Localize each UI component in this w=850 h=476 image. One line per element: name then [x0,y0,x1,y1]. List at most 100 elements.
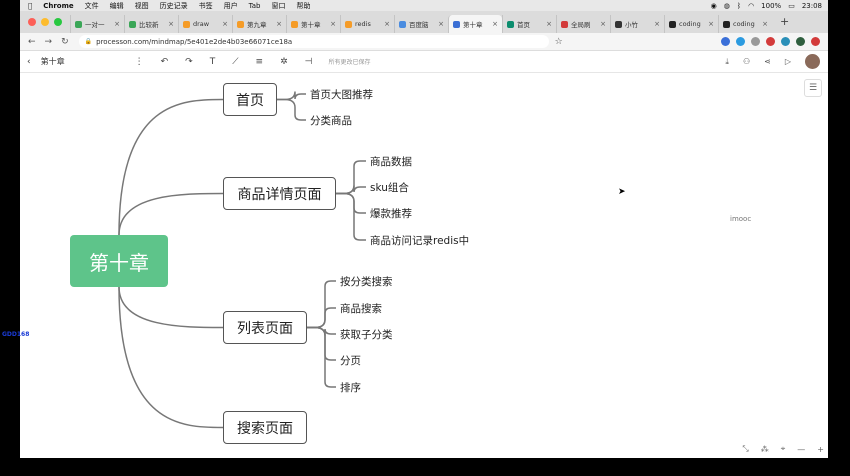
tab-close-icon[interactable]: × [168,20,174,28]
tab-close-icon[interactable]: × [546,20,552,28]
menu-tab[interactable]: Tab [249,2,261,10]
download-icon[interactable]: ⤓ [725,57,729,67]
tab-close-icon[interactable]: × [222,20,228,28]
leaf-node[interactable]: 爆款推荐 [370,206,412,221]
root-node[interactable]: 第十章 [70,235,168,287]
branch-node[interactable]: 首页 [223,83,277,116]
tab-close-icon[interactable]: × [330,20,336,28]
leaf-node[interactable]: 排序 [340,380,361,395]
extension-icon[interactable] [736,37,745,46]
browser-tab[interactable]: 比较新 × [124,15,178,33]
screen:  Chrome 文件 编辑 视图 历史记录 书签 用户 Tab 窗口 帮助 ◉… [0,0,850,476]
undo-icon[interactable]: ↶ [161,57,169,67]
new-tab-button[interactable]: + [780,15,789,28]
extension-icon[interactable] [811,37,820,46]
collaborate-icon[interactable]: ⚇ [743,57,750,66]
extension-icon[interactable] [751,37,760,46]
mouse-cursor-icon: ➤ [618,187,626,197]
insert-node-icon[interactable]: ⊣ [305,57,313,67]
wifi-icon[interactable]: ◠ [748,2,754,10]
fit-icon[interactable]: ⤡ [742,444,748,454]
tab-close-icon[interactable]: × [654,20,660,28]
browser-tab[interactable]: 第十章 × [286,15,340,33]
browser-tab[interactable]: 一对一 × [70,15,124,33]
leaf-node[interactable]: 首页大图推荐 [310,87,373,102]
branch-node[interactable]: 列表页面 [223,311,307,344]
navigator-icon[interactable]: ⁂ [761,445,769,454]
menu-window[interactable]: 窗口 [272,1,286,11]
forward-arrow-icon[interactable]: → [45,37,53,47]
extension-icon[interactable] [781,37,790,46]
leaf-node[interactable]: 商品访问记录redis中 [370,233,469,248]
browser-tab[interactable]: 第十章 × [448,15,502,33]
browser-tab[interactable]: 全局刷 × [556,15,610,33]
tab-favicon-icon [453,20,460,28]
back-chevron-icon[interactable]: ‹ [27,57,31,67]
format-painter-icon[interactable]: T [210,57,216,67]
bookmark-star-icon[interactable]: ☆ [555,37,563,47]
insert-child-icon[interactable]: ✲ [280,57,288,67]
close-window-button[interactable] [28,18,36,26]
clear-format-icon[interactable]: ⟋ [232,57,238,67]
battery-icon[interactable]: ▭ [788,2,795,10]
minimize-window-button[interactable] [41,18,49,26]
leaf-node[interactable]: 分类商品 [310,113,352,128]
leaf-node[interactable]: 获取子分类 [340,327,393,342]
extension-icon[interactable] [766,37,775,46]
wechat-icon[interactable]: ◍ [724,2,730,10]
address-bar[interactable]: 🔒 processon.com/mindmap/5e401e2de4b03e66… [78,35,549,48]
leaf-node[interactable]: 商品搜索 [340,301,382,316]
leaf-node[interactable]: 分页 [340,353,361,368]
back-arrow-icon[interactable]: ← [28,37,36,47]
tab-close-icon[interactable]: × [708,20,714,28]
style-icon[interactable]: ≡ [256,57,264,67]
browser-tab[interactable]: 第九章 × [232,15,286,33]
tab-close-icon[interactable]: × [492,20,498,28]
play-icon[interactable]: ▷ [785,57,791,66]
tab-close-icon[interactable]: × [384,20,390,28]
browser-tab[interactable]: coding × [664,15,718,33]
menu-edit[interactable]: 编辑 [110,1,124,11]
tab-close-icon[interactable]: × [276,20,282,28]
menu-people[interactable]: 用户 [224,1,238,11]
tab-close-icon[interactable]: × [600,20,606,28]
panel-settings-icon[interactable]: ☰ [804,79,822,97]
browser-tab[interactable]: draw × [178,15,232,33]
record-icon[interactable]: ◉ [711,2,717,10]
tab-close-icon[interactable]: × [762,20,768,28]
avatar[interactable] [805,54,820,69]
share-icon[interactable]: ⋖ [764,57,771,66]
leaf-node[interactable]: 按分类搜索 [340,274,393,289]
menu-view[interactable]: 视图 [135,1,149,11]
browser-tab[interactable]: 小竹 × [610,15,664,33]
menu-history[interactable]: 历史记录 [160,1,188,11]
bluetooth-icon[interactable]: ᛒ [737,2,741,10]
leaf-node[interactable]: sku组合 [370,180,409,195]
menu-help[interactable]: 帮助 [297,1,311,11]
branch-node[interactable]: 商品详情页面 [223,177,336,210]
profile-avatar[interactable] [796,37,805,46]
extension-icon[interactable] [721,37,730,46]
document-title[interactable]: 第十章 [41,56,65,67]
menu-file[interactable]: 文件 [85,1,99,11]
zoom-out-icon[interactable]: — [797,445,805,454]
connector-line [336,160,366,195]
leaf-node[interactable]: 商品数据 [370,154,412,169]
reload-icon[interactable]: ↻ [61,37,69,47]
tab-close-icon[interactable]: × [114,20,120,28]
menu-app-name[interactable]: Chrome [43,2,73,10]
browser-tab[interactable]: 百度脑 × [394,15,448,33]
zoom-in-icon[interactable]: + [817,445,824,454]
branch-node[interactable]: 搜索页面 [223,411,307,444]
locate-icon[interactable]: ⌖ [781,444,786,454]
browser-tab[interactable]: redis × [340,15,394,33]
more-menu-icon[interactable]: ⋮ [135,57,144,67]
apple-icon[interactable]:  [28,2,32,10]
mindmap-canvas[interactable]: 第十章 首页 首页大图推荐 分类商品商品详情页面 商品数据 sku组合爆款推荐商品访问记录… [20,73,828,458]
redo-icon[interactable]: ↷ [185,57,193,67]
browser-tab[interactable]: 首页 × [502,15,556,33]
zoom-window-button[interactable] [54,18,62,26]
menu-bookmarks[interactable]: 书签 [199,1,213,11]
tab-close-icon[interactable]: × [438,20,444,28]
browser-tab[interactable]: coding × [718,15,772,33]
